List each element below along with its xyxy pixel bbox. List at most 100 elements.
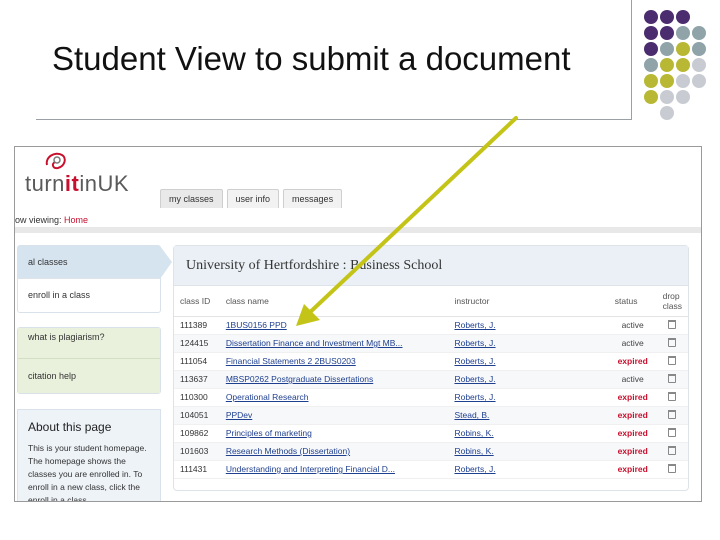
col-drop-class: drop class — [656, 286, 688, 317]
class-list-header: University of Hertfordshire : Business S… — [174, 246, 688, 286]
slide-title: Student View to submit a document — [52, 40, 571, 77]
class-name-text[interactable]: Research Methods (Dissertation) — [226, 446, 350, 456]
drop-class-button[interactable] — [656, 424, 688, 443]
logo-text-prefix: turn — [25, 171, 65, 196]
trash-icon[interactable] — [668, 373, 677, 383]
trash-icon[interactable] — [668, 427, 677, 437]
status-badge: expired — [608, 406, 657, 425]
trash-icon[interactable] — [668, 319, 677, 329]
trash-icon[interactable] — [668, 337, 677, 347]
col-class-name: class name — [219, 286, 449, 317]
table-row: 124415 Dissertation Finance and Investmen… — [174, 334, 688, 353]
turnitin-logo: turnitinUK — [25, 171, 129, 197]
dot — [660, 10, 674, 24]
about-panel: About this page This is your student hom… — [17, 409, 161, 501]
class-id-cell: 110300 — [174, 388, 220, 407]
table-row: 104051 PPDev Stead, B. expired — [174, 406, 688, 425]
class-name-link[interactable]: Dissertation Finance and Investment Mgt … — [219, 334, 449, 353]
instructor-text[interactable]: Roberts, J. — [454, 356, 495, 366]
dot — [644, 90, 658, 104]
logo-text-suffix: inUK — [79, 171, 130, 196]
class-id-cell: 124415 — [174, 334, 220, 353]
instructor-text[interactable]: Robins, K. — [454, 428, 493, 438]
class-name-text[interactable]: 1BUS0156 PPD — [226, 320, 287, 330]
turnitin-logo-icon — [45, 152, 66, 170]
tab-user-info[interactable]: user info — [226, 189, 280, 208]
dot — [676, 26, 690, 40]
trash-icon[interactable] — [668, 391, 677, 401]
instructor-text[interactable]: Roberts, J. — [454, 374, 495, 384]
class-name-text[interactable]: Financial Statements 2 2BUS0203 — [226, 356, 356, 366]
class-name-link[interactable]: Research Methods (Dissertation) — [219, 442, 449, 461]
trash-icon[interactable] — [668, 445, 677, 455]
dot — [676, 10, 690, 24]
class-name-text[interactable]: Principles of marketing — [226, 428, 312, 438]
class-name-link[interactable]: PPDev — [219, 406, 449, 425]
class-name-text[interactable]: Operational Research — [226, 392, 309, 402]
drop-class-button[interactable] — [656, 460, 688, 479]
trash-icon[interactable] — [668, 409, 677, 419]
instructor-link[interactable]: Robins, K. — [448, 424, 609, 443]
class-name-link[interactable]: Principles of marketing — [219, 424, 449, 443]
dot — [644, 42, 658, 56]
instructor-text[interactable]: Roberts, J. — [454, 392, 495, 402]
trash-icon[interactable] — [668, 355, 677, 365]
sidebar-item-enroll[interactable]: enroll in a class — [18, 279, 160, 312]
instructor-link[interactable]: Roberts, J. — [448, 316, 609, 335]
instructor-text[interactable]: Stead, B. — [454, 410, 489, 420]
instructor-link[interactable]: Robins, K. — [448, 442, 609, 461]
table-row: 109862 Principles of marketing Robins, K. e… — [174, 424, 688, 443]
sidebar-item-all-classes[interactable]: al classes — [18, 246, 172, 279]
class-name-text[interactable]: MBSP0262 Postgraduate Dissertations — [226, 374, 373, 384]
instructor-link[interactable]: Roberts, J. — [448, 370, 609, 389]
class-name-link[interactable]: 1BUS0156 PPD — [219, 316, 449, 335]
school-name: University of Hertfordshire : Business S… — [186, 258, 443, 273]
instructor-link[interactable]: Roberts, J. — [448, 460, 609, 479]
class-name-link[interactable]: MBSP0262 Postgraduate Dissertations — [219, 370, 449, 389]
tab-messages[interactable]: messages — [283, 189, 343, 208]
instructor-link[interactable]: Roberts, J. — [448, 352, 609, 371]
class-name-text[interactable]: PPDev — [226, 410, 252, 420]
drop-class-button[interactable] — [656, 316, 688, 335]
dot — [660, 42, 674, 56]
class-name-text[interactable]: Understanding and Interpreting Financial… — [226, 464, 395, 474]
instructor-text[interactable]: Robins, K. — [454, 446, 493, 456]
drop-class-button[interactable] — [656, 352, 688, 371]
table-row: 113637 MBSP0262 Postgraduate Dissertation… — [174, 370, 688, 389]
logo-text-it: it — [64, 171, 80, 196]
instructor-text[interactable]: Roberts, J. — [454, 320, 495, 330]
sidebar-item-plagiarism[interactable]: what is plagiarism? — [18, 328, 160, 359]
col-instructor: instructor — [448, 286, 609, 317]
instructor-text[interactable]: Roberts, J. — [454, 464, 495, 474]
class-name-link[interactable]: Understanding and Interpreting Financial… — [219, 460, 449, 479]
trash-icon[interactable] — [668, 463, 677, 473]
instructor-link[interactable]: Roberts, J. — [448, 334, 609, 353]
drop-class-button[interactable] — [656, 370, 688, 389]
tab-my-classes[interactable]: my classes — [160, 189, 223, 208]
breadcrumb-home[interactable]: Home — [64, 215, 88, 225]
drop-class-button[interactable] — [656, 388, 688, 407]
instructor-link[interactable]: Stead, B. — [448, 406, 609, 425]
class-table: class ID class name instructor status dr… — [174, 286, 688, 479]
decorative-dot-grid — [640, 10, 720, 120]
class-id-cell: 111389 — [174, 316, 220, 335]
class-name-link[interactable]: Operational Research — [219, 388, 449, 407]
drop-class-button[interactable] — [656, 334, 688, 353]
dot — [676, 58, 690, 72]
instructor-link[interactable]: Roberts, J. — [448, 388, 609, 407]
class-name-link[interactable]: Financial Statements 2 2BUS0203 — [219, 352, 449, 371]
sidebar-item-citation-help[interactable]: citation help — [18, 359, 160, 393]
class-id-cell: 101603 — [174, 442, 220, 461]
drop-class-button[interactable] — [656, 442, 688, 461]
status-badge: active — [608, 370, 657, 389]
dot — [644, 10, 658, 24]
sidebar-help: what is plagiarism? citation help — [17, 327, 161, 394]
dot — [660, 106, 674, 120]
dot — [660, 90, 674, 104]
drop-class-button[interactable] — [656, 406, 688, 425]
status-badge: active — [608, 334, 657, 353]
dot — [676, 42, 690, 56]
instructor-text[interactable]: Roberts, J. — [454, 338, 495, 348]
title-divider-horizontal — [36, 119, 632, 120]
class-name-text[interactable]: Dissertation Finance and Investment Mgt … — [226, 338, 403, 348]
